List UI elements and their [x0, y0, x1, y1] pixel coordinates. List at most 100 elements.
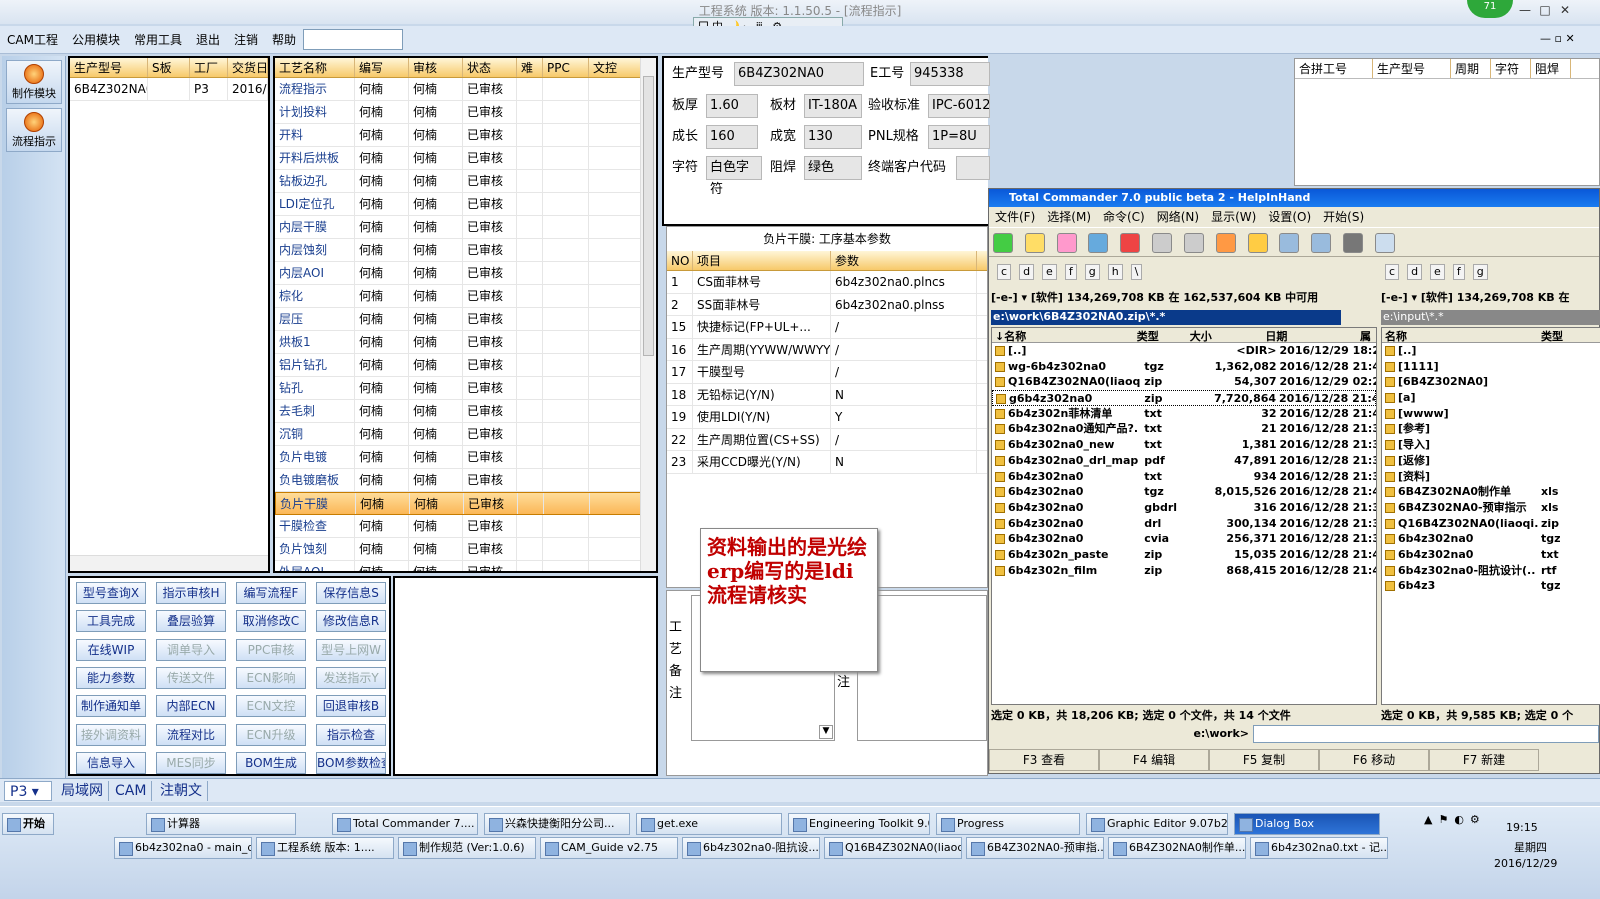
function-button[interactable]: 信息导入: [76, 751, 146, 774]
function-button[interactable]: 编写流程F: [236, 582, 306, 604]
list-item[interactable]: 6b4z302na0 gbdrl 3162016/12/28 21:38-a-: [992, 500, 1376, 516]
params-col-header[interactable]: 参数: [831, 251, 977, 270]
flow-button[interactable]: 流程指示: [6, 108, 62, 152]
tc-menu-item[interactable]: 开始(S): [1317, 210, 1370, 224]
file-col-header[interactable]: 属: [1357, 328, 1376, 342]
fkey-button[interactable]: F4 编辑: [1099, 749, 1209, 771]
table-row[interactable]: 烘板1 何楠 何楠 已审核: [275, 331, 656, 354]
drive-button[interactable]: c: [997, 264, 1012, 280]
function-button[interactable]: 在线WIP: [76, 638, 146, 661]
table-row[interactable]: 层压 何楠 何楠 已审核: [275, 308, 656, 331]
pack-icon[interactable]: [1215, 233, 1236, 253]
table-row[interactable]: 负片干膜 何楠 何楠 已审核: [275, 492, 656, 515]
list-item[interactable]: [资料]: [1382, 469, 1600, 485]
order-hscrollbar[interactable]: [70, 555, 268, 571]
list-item[interactable]: 6b4z302na0 cvia 256,3712016/12/28 21:38-a-: [992, 531, 1376, 547]
merge-col-header[interactable]: 字符: [1491, 59, 1531, 78]
menu-item[interactable]: 帮助: [265, 26, 303, 54]
tray-icons[interactable]: ▲⚑◐⚙: [1424, 813, 1486, 826]
list-item[interactable]: 6b4z302n_paste zip 15,0352016/12/28 21:42-…: [992, 547, 1376, 563]
drive-button[interactable]: d: [1019, 264, 1035, 280]
table-row[interactable]: 钻板边孔 何楠 何楠 已审核: [275, 170, 656, 193]
process-col-header[interactable]: 难: [517, 58, 543, 77]
tc-menu-item[interactable]: 网络(N): [1151, 210, 1205, 224]
order-col-header[interactable]: 工厂: [190, 58, 228, 77]
menu-item[interactable]: 常用工具: [127, 26, 189, 54]
unpack-icon[interactable]: [1247, 233, 1268, 253]
file-col-header[interactable]: 名称: [1382, 328, 1538, 342]
back-icon[interactable]: [1152, 233, 1173, 253]
process-col-header[interactable]: 工艺名称: [275, 58, 355, 77]
order-col-header[interactable]: 生产型号: [70, 58, 148, 77]
tc-menu-item[interactable]: 设置(O): [1262, 210, 1317, 224]
table-row[interactable]: 流程指示 何楠 何楠 已审核: [275, 78, 656, 101]
list-item[interactable]: Q16B4Z302NA0(liaoqi.. zip: [1382, 516, 1600, 532]
merge-col-header[interactable]: 合拼工号: [1295, 59, 1373, 78]
thumbnail-icon[interactable]: [1088, 233, 1109, 253]
table-row[interactable]: 6B4Z302NA0 P3 2016/: [70, 78, 268, 101]
table-row[interactable]: 开料后烘板 何楠 何楠 已审核: [275, 147, 656, 170]
table-row[interactable]: 负电镀磨板 何楠 何楠 已审核: [275, 469, 656, 492]
close-icon[interactable]: ✕: [1556, 2, 1574, 18]
command-line-input[interactable]: [1253, 725, 1599, 743]
merge-col-header[interactable]: 生产型号: [1373, 59, 1451, 78]
drive-button[interactable]: g: [1472, 264, 1488, 280]
file-col-header[interactable]: 类型: [1134, 328, 1187, 342]
list-item[interactable]: [1111]: [1382, 359, 1600, 375]
list-item[interactable]: Q16B4Z302NA0(liaoqi.. zip 54,307 2016/12/29…: [992, 374, 1376, 390]
table-row[interactable]: 23 采用CCD曝光(Y/N) N: [667, 451, 987, 474]
left-path[interactable]: e:\work\6B4Z302NA0.zip\*.*: [991, 310, 1341, 325]
drive-button[interactable]: e: [1042, 264, 1057, 280]
status-user[interactable]: 注朝文: [155, 781, 208, 801]
list-item[interactable]: 6B4Z302NA0-预审指示 xls: [1382, 500, 1600, 516]
table-row[interactable]: 22 生产周期位置(CS+SS) /: [667, 428, 987, 451]
file-col-header[interactable]: 大小: [1187, 328, 1263, 342]
forward-icon[interactable]: [1183, 233, 1204, 253]
menu-item[interactable]: 公用模块: [65, 26, 127, 54]
list-item[interactable]: 6b4z302na0 tgz 8,015,5262016/12/28 21:43-a…: [992, 484, 1376, 500]
taskbar-item[interactable]: Progress: [936, 813, 1080, 835]
taskbar-item[interactable]: Engineering Toolkit 9.0...: [788, 813, 930, 835]
table-row[interactable]: 18 无铅标记(Y/N) N: [667, 383, 987, 406]
menu-combo[interactable]: [303, 29, 403, 50]
order-col-header[interactable]: 交货日: [228, 58, 268, 77]
taskbar-item[interactable]: 6b4z302na0 - main_qa: [114, 837, 252, 859]
minimize-icon[interactable]: —: [1516, 2, 1534, 18]
factory-combo[interactable]: P3 ▾: [4, 781, 52, 801]
function-button[interactable]: 修改信息R: [316, 610, 386, 633]
taskbar-item[interactable]: 工程系统 版本: 1....: [256, 837, 394, 859]
scroll-down-icon[interactable]: ▼: [819, 725, 833, 739]
list-item[interactable]: [参考]: [1382, 421, 1600, 437]
function-button[interactable]: 流程对比: [156, 723, 226, 746]
process-col-header[interactable]: 文控: [589, 58, 641, 77]
drive-button[interactable]: e: [1430, 264, 1445, 280]
search-icon[interactable]: [1343, 233, 1364, 253]
table-row[interactable]: 17 干膜型号 /: [667, 361, 987, 384]
taskbar-item[interactable]: 6B4Z302NA0制作单...: [1108, 837, 1246, 859]
function-button[interactable]: 能力参数: [76, 666, 146, 689]
wid-value[interactable]: 130: [804, 125, 862, 149]
char-value[interactable]: 白色字符: [706, 156, 762, 197]
taskbar-item[interactable]: 6b4z302na0.txt - 记...: [1250, 837, 1388, 859]
tc-menu-item[interactable]: 文件(F): [989, 210, 1041, 224]
list-item[interactable]: [a]: [1382, 390, 1600, 406]
table-row[interactable]: 计划投料 何楠 何楠 已审核: [275, 101, 656, 124]
menu-item[interactable]: 注销: [227, 26, 265, 54]
make-module-button[interactable]: 制作模块: [6, 60, 62, 104]
maximize-icon[interactable]: □: [1536, 2, 1554, 18]
list-item[interactable]: wg-6b4z302na0 tgz 1,362,0822016/12/28 21:4…: [992, 359, 1376, 375]
list-item[interactable]: 6b4z302na0-阻抗设计(.. rtf: [1382, 563, 1600, 579]
function-button[interactable]: 型号查询X: [76, 582, 146, 604]
taskbar-item[interactable]: 6B4Z302NA0-预审指...: [966, 837, 1104, 859]
table-row[interactable]: 负片电镀 何楠 何楠 已审核: [275, 446, 656, 469]
list-item[interactable]: 6b4z302n菲林清单 txt 322016/12/28 21:40-a-: [992, 406, 1376, 422]
mask-value[interactable]: 绿色: [804, 156, 862, 180]
table-row[interactable]: 内层干膜 何楠 何楠 已审核: [275, 216, 656, 239]
merge-col-header[interactable]: 阻焊: [1531, 59, 1571, 78]
process-col-header[interactable]: 审核: [409, 58, 463, 77]
list-item[interactable]: [..] <DIR>2016/12/29 18:21—: [992, 343, 1376, 359]
taskbar-item[interactable]: 制作规范 (Ver:1.0.6): [398, 837, 536, 859]
ftp-icon[interactable]: [1279, 233, 1300, 253]
list-item[interactable]: 6B4Z302NA0制作单 xls: [1382, 484, 1600, 500]
taskbar-item[interactable]: 兴森快捷衡阳分公司...: [484, 813, 630, 835]
